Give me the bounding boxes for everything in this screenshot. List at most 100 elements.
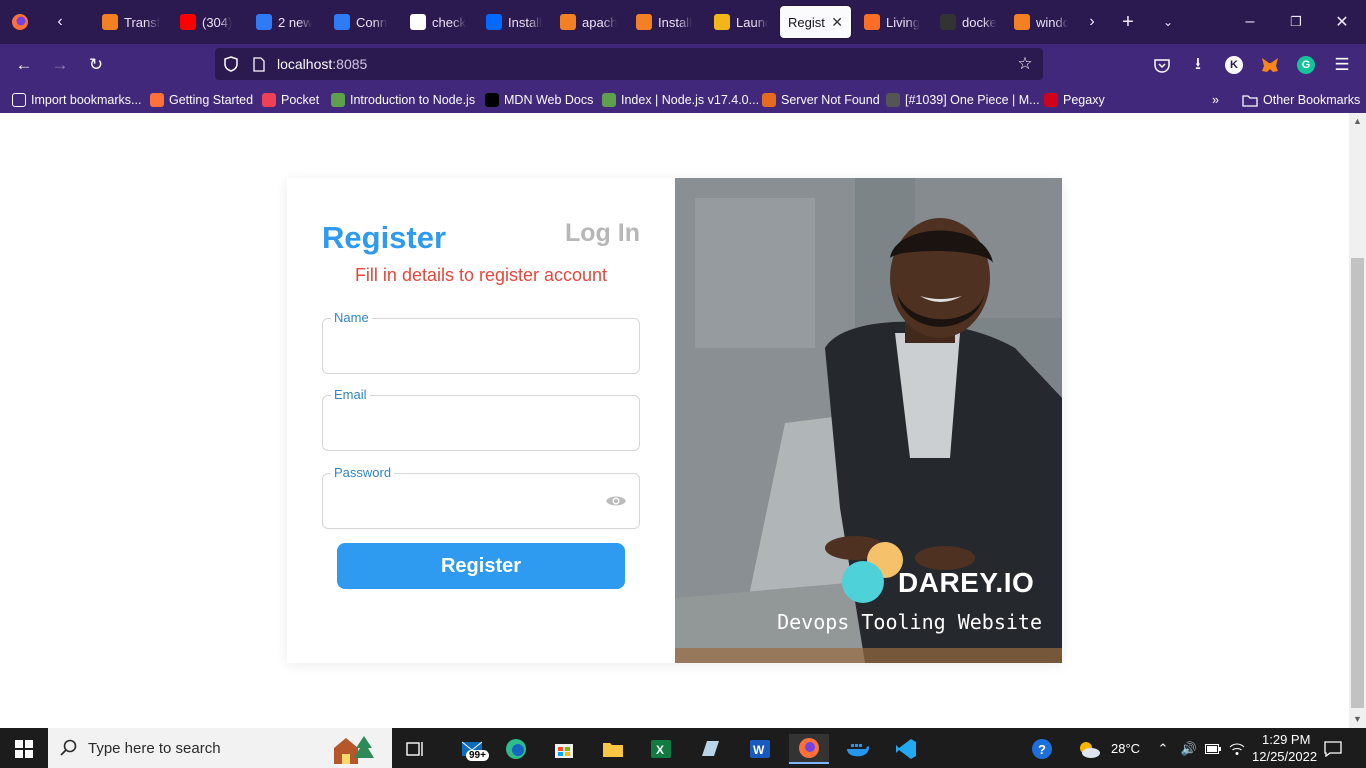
app-menu-icon[interactable]: ☰ — [1328, 52, 1356, 78]
browser-tab[interactable]: windo — [1006, 6, 1076, 38]
navigation-toolbar: ← → ↻ localhost:8085 ☆ ⭳ K G ☰ — [0, 44, 1366, 86]
store-icon[interactable] — [544, 734, 584, 764]
metamask-extension-icon[interactable] — [1256, 52, 1284, 78]
bookmark-item[interactable]: Pegaxy — [1044, 90, 1105, 110]
firefox-taskbar-icon[interactable] — [789, 734, 829, 764]
task-view-icon[interactable] — [396, 734, 436, 764]
site-info-shield-icon[interactable] — [217, 51, 245, 77]
tab-title: Install — [658, 14, 692, 30]
bookmark-label: Index | Node.js v17.4.0... — [621, 93, 760, 107]
minimize-window-icon[interactable]: – — [1232, 0, 1268, 44]
scroll-up-icon[interactable]: ▲ — [1352, 116, 1363, 127]
vscode-icon[interactable] — [886, 734, 926, 764]
firefox-menu-icon[interactable] — [6, 0, 34, 44]
bookmark-label: Import bookmarks... — [31, 93, 142, 107]
notifications-icon[interactable] — [1318, 734, 1348, 764]
mail-icon[interactable]: 99+ — [452, 734, 492, 764]
browser-tab[interactable]: docke — [932, 6, 1006, 38]
address-bar[interactable]: localhost:8085 ☆ — [215, 48, 1043, 80]
form-subtitle: Fill in details to register account — [354, 265, 608, 285]
weather-temperature[interactable]: 28°C — [1111, 741, 1140, 756]
bookmark-item[interactable]: MDN Web Docs — [485, 90, 593, 110]
login-link[interactable]: Log In — [565, 219, 640, 248]
page-viewport: Register Log In Fill in details to regis… — [0, 113, 1349, 728]
digitalocean-icon — [486, 14, 502, 30]
name-input[interactable] — [333, 333, 603, 359]
back-icon[interactable]: ← — [10, 52, 38, 78]
show-hidden-icons-chevron-icon[interactable]: ⌃ — [1152, 734, 1174, 764]
browser-tab[interactable]: Conn — [326, 6, 402, 38]
grammarly-extension-icon[interactable]: G — [1292, 52, 1320, 78]
list-tabs-icon[interactable]: ⌄ — [1154, 0, 1182, 44]
scroll-down-icon[interactable]: ▼ — [1352, 714, 1363, 725]
weather-icon[interactable] — [1074, 734, 1104, 764]
scrollbar-thumb[interactable] — [1351, 258, 1364, 708]
name-label: Name — [331, 310, 372, 325]
other-bookmarks-folder[interactable]: Other Bookmarks — [1242, 90, 1360, 110]
close-window-icon[interactable]: ✕ — [1324, 0, 1360, 44]
bookmark-item[interactable]: Getting Started — [150, 90, 253, 110]
notes-app-icon[interactable] — [690, 734, 730, 764]
bookmark-label: Pocket — [281, 93, 320, 107]
browser-tab[interactable]: Install — [478, 6, 550, 38]
bookmark-label: [#1039] One Piece | M... — [905, 93, 1040, 107]
browser-tab[interactable]: (304) — [172, 6, 244, 38]
bookmark-item[interactable]: [#1039] One Piece | M... — [886, 90, 1040, 110]
brand-tagline: Devops Tooling Website — [777, 610, 1042, 634]
reload-icon[interactable]: ↻ — [82, 52, 110, 78]
downloads-icon[interactable]: ⭳ — [1184, 52, 1212, 78]
clock-date[interactable]: 12/25/2022 — [1252, 749, 1317, 764]
browser-tab[interactable]: Register ✕ — [780, 6, 851, 38]
youtube-icon — [180, 14, 196, 30]
page-scrollbar[interactable]: ▲ ▼ — [1349, 113, 1366, 728]
tab-title: Living — [886, 14, 920, 30]
bookmark-item[interactable]: Import bookmarks... — [12, 90, 141, 110]
pocket-icon[interactable] — [1148, 52, 1176, 78]
help-icon[interactable]: ? — [1022, 734, 1062, 764]
stackoverflow-icon — [560, 14, 576, 30]
browser-tab[interactable]: check — [402, 6, 474, 38]
battery-icon[interactable] — [1202, 734, 1224, 764]
browser-tab[interactable]: Launc — [706, 6, 776, 38]
volume-icon[interactable]: 🔊 — [1178, 734, 1200, 764]
excel-icon[interactable]: X — [641, 734, 681, 764]
wifi-icon[interactable] — [1226, 734, 1248, 764]
bookmark-item[interactable]: Pocket — [262, 90, 319, 110]
warning-icon — [762, 93, 776, 107]
scroll-tabs-right-icon[interactable]: › — [1078, 0, 1106, 44]
taskbar-search-box[interactable]: Type here to search — [48, 728, 392, 768]
package-icon — [714, 14, 730, 30]
bookmark-item[interactable]: Index | Node.js v17.4.0... — [602, 90, 759, 110]
bookmark-label: Pegaxy — [1063, 93, 1105, 107]
bookmark-item[interactable]: Introduction to Node.js — [331, 90, 475, 110]
word-icon[interactable]: W — [740, 734, 780, 764]
file-explorer-icon[interactable] — [593, 734, 633, 764]
url-text[interactable]: localhost:8085 — [277, 56, 367, 72]
email-input[interactable] — [333, 410, 603, 436]
scroll-tabs-left-icon[interactable]: ‹ — [44, 0, 76, 44]
more-bookmarks-chevron-icon[interactable]: » — [1212, 90, 1219, 110]
account-avatar[interactable]: K — [1220, 52, 1248, 78]
browser-tab[interactable]: Living — [856, 6, 930, 38]
edge-icon[interactable] — [496, 734, 536, 764]
browser-tab[interactable]: Install — [628, 6, 702, 38]
bookmark-item[interactable]: Server Not Found — [762, 90, 880, 110]
show-password-eye-icon[interactable] — [605, 493, 627, 509]
bookmark-star-icon[interactable]: ☆ — [1011, 51, 1039, 77]
password-input[interactable] — [333, 488, 603, 514]
auth-card: Register Log In Fill in details to regis… — [287, 178, 1062, 663]
tab-title: check — [432, 14, 466, 30]
firefox-icon — [150, 93, 164, 107]
browser-tab[interactable]: Transf — [94, 6, 168, 38]
forward-icon[interactable]: → — [46, 52, 74, 78]
new-tab-icon[interactable]: + — [1114, 0, 1142, 44]
close-tab-icon[interactable]: ✕ — [831, 14, 843, 31]
browser-tab[interactable]: apach — [552, 6, 628, 38]
register-heading: Register — [322, 220, 447, 255]
restore-window-icon[interactable]: ❐ — [1278, 0, 1314, 44]
clock-time[interactable]: 1:29 PM — [1262, 732, 1310, 747]
browser-tab[interactable]: 2 new — [248, 6, 320, 38]
docker-icon[interactable] — [838, 734, 878, 764]
register-button[interactable]: Register — [337, 543, 625, 589]
windows-start-icon[interactable] — [4, 734, 44, 764]
